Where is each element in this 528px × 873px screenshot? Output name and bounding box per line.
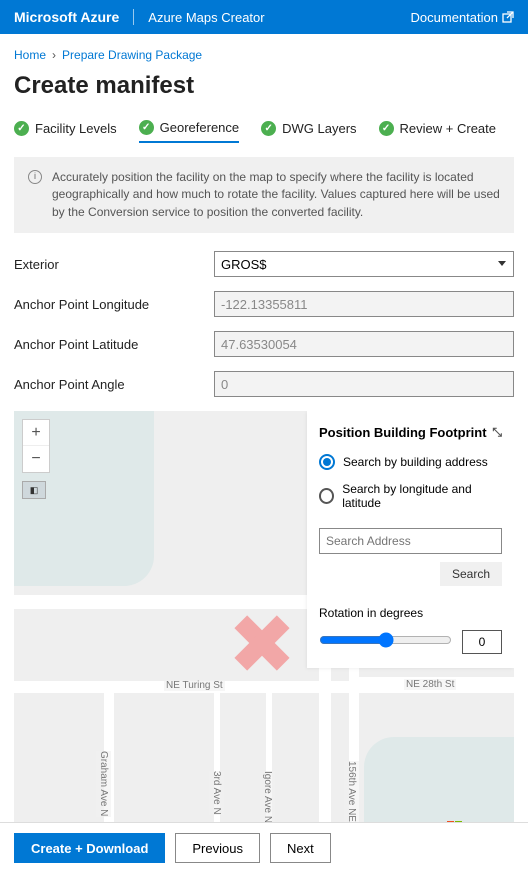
rotation-value-input[interactable] — [462, 630, 502, 654]
top-bar: Microsoft Azure Azure Maps Creator Docum… — [0, 0, 528, 34]
angle-input — [214, 371, 514, 397]
layers-icon: ◧ — [30, 485, 39, 496]
exterior-select[interactable]: GROS$ — [214, 251, 514, 277]
check-icon: ✓ — [14, 121, 29, 136]
step-label: DWG Layers — [282, 121, 356, 136]
brand-label: Microsoft Azure — [14, 9, 119, 25]
breadcrumb-current[interactable]: Prepare Drawing Package — [62, 48, 202, 62]
check-icon: ✓ — [379, 121, 394, 136]
step-georeference[interactable]: ✓ Georeference — [139, 120, 240, 143]
breadcrumb: Home › Prepare Drawing Package — [14, 48, 514, 62]
radio-label: Search by building address — [343, 455, 488, 469]
street-label: Igore Ave N — [260, 771, 275, 823]
step-review-create[interactable]: ✓ Review + Create — [379, 120, 496, 143]
create-download-button[interactable]: Create + Download — [14, 833, 165, 863]
map-container[interactable]: NE Turing St NE 28th St 156th Ave NE Gra… — [14, 411, 514, 847]
step-facility-levels[interactable]: ✓ Facility Levels — [14, 120, 117, 143]
rotation-slider[interactable] — [319, 632, 452, 648]
longitude-input — [214, 291, 514, 317]
wizard-steps: ✓ Facility Levels ✓ Georeference ✓ DWG L… — [14, 120, 514, 143]
zoom-in-button[interactable]: + — [23, 420, 49, 446]
collapse-icon[interactable]: ⤡ — [492, 425, 502, 440]
info-text: Accurately position the facility on the … — [52, 169, 500, 221]
step-dwg-layers[interactable]: ✓ DWG Layers — [261, 120, 356, 143]
street-label: 3rd Ave N — [209, 771, 224, 815]
brand-divider — [133, 9, 134, 25]
latitude-input — [214, 331, 514, 357]
layer-toggle-button[interactable]: ◧ — [22, 481, 46, 499]
product-label: Azure Maps Creator — [148, 10, 264, 25]
street-label: NE 28th St — [404, 679, 456, 690]
exterior-label: Exterior — [14, 257, 214, 272]
step-label: Georeference — [160, 120, 240, 135]
wizard-footer: Create + Download Previous Next — [0, 822, 528, 873]
street-label: 156th Ave NE — [344, 761, 359, 822]
radio-icon — [319, 488, 334, 504]
rotation-label: Rotation in degrees — [319, 606, 502, 620]
info-icon: i — [28, 170, 42, 184]
map-road — [14, 595, 319, 609]
search-address-input[interactable] — [319, 528, 502, 554]
radio-search-lonlat[interactable]: Search by longitude and latitude — [319, 482, 502, 510]
position-panel-title: Position Building Footprint — [319, 425, 487, 440]
external-link-icon — [502, 11, 514, 23]
previous-button[interactable]: Previous — [175, 833, 260, 863]
radio-label: Search by longitude and latitude — [342, 482, 502, 510]
breadcrumb-home[interactable]: Home — [14, 48, 46, 62]
radio-icon — [319, 454, 335, 470]
breadcrumb-sep: › — [52, 48, 56, 62]
street-label: Graham Ave N — [96, 751, 111, 816]
zoom-out-button[interactable]: − — [23, 446, 49, 472]
building-footprint-marker[interactable] — [236, 617, 288, 669]
check-icon: ✓ — [139, 120, 154, 135]
documentation-link[interactable]: Documentation — [411, 10, 514, 25]
radio-search-address[interactable]: Search by building address — [319, 454, 502, 470]
page-title: Create manifest — [14, 72, 514, 100]
next-button[interactable]: Next — [270, 833, 331, 863]
longitude-label: Anchor Point Longitude — [14, 297, 214, 312]
info-box: i Accurately position the facility on th… — [14, 157, 514, 233]
latitude-label: Anchor Point Latitude — [14, 337, 214, 352]
position-panel: Position Building Footprint ⤡ Search by … — [307, 411, 514, 668]
zoom-control: + − — [22, 419, 50, 473]
search-button[interactable]: Search — [440, 562, 502, 586]
check-icon: ✓ — [261, 121, 276, 136]
documentation-label: Documentation — [411, 10, 498, 25]
step-label: Review + Create — [400, 121, 496, 136]
step-label: Facility Levels — [35, 121, 117, 136]
angle-label: Anchor Point Angle — [14, 377, 214, 392]
street-label: NE Turing St — [164, 680, 225, 691]
